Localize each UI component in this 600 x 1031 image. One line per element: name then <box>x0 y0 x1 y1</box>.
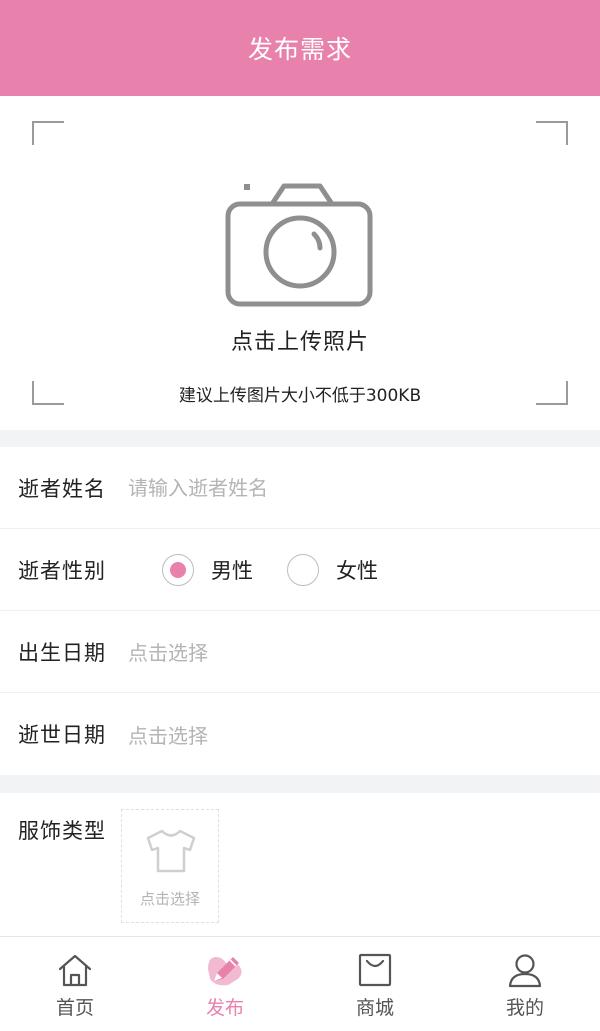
death-date-picker[interactable]: 点击选择 <box>128 720 208 749</box>
gender-option-male[interactable]: 男性 <box>162 553 253 586</box>
upload-photo-label[interactable]: 点击上传照片 <box>0 324 600 356</box>
birth-date-row[interactable]: 出生日期 点击选择 <box>0 611 600 693</box>
page-title: 发布需求 <box>247 35 352 64</box>
radio-button-selected[interactable] <box>162 553 194 586</box>
name-label: 逝者姓名 <box>18 476 106 501</box>
clothing-type-section: 服饰类型 点击选择 <box>0 793 600 936</box>
radio-button[interactable] <box>287 553 319 586</box>
tab-mine-label: 我的 <box>505 997 544 1019</box>
home-icon <box>58 954 92 987</box>
gender-row: 逝者性别 男性 女性 <box>0 529 600 611</box>
frame-corner-top-right <box>536 121 568 145</box>
radio-selected-dot <box>170 561 186 578</box>
camera-icon[interactable] <box>224 182 376 310</box>
tab-home[interactable]: 首页 <box>0 937 150 1031</box>
app-header: 发布需求 <box>0 0 600 96</box>
name-input[interactable] <box>128 475 568 500</box>
shopping-bag-icon <box>358 953 392 987</box>
user-icon <box>508 954 542 988</box>
tab-publish-label: 发布 <box>205 997 244 1019</box>
gender-radio-group: 男性 女性 <box>128 553 378 586</box>
gender-option-label: 男性 <box>211 558 253 583</box>
frame-corner-top-left <box>32 121 64 145</box>
shirt-icon <box>146 829 196 873</box>
deceased-info-form: 逝者姓名 逝者性别 男性 女性 出生日期 点击选择 逝世日期 点击选择 <box>0 447 600 775</box>
upload-size-hint: 建议上传图片大小不低于300KB <box>178 386 422 406</box>
death-date-row[interactable]: 逝世日期 点击选择 <box>0 693 600 775</box>
bottom-tab-bar: 首页 发布 商城 我的 <box>0 936 600 1031</box>
clothing-type-picker[interactable]: 点击选择 <box>121 809 219 923</box>
tab-home-label: 首页 <box>55 997 94 1019</box>
clothing-picker-label: 点击选择 <box>139 890 200 908</box>
gender-option-female[interactable]: 女性 <box>287 553 378 586</box>
publish-pencil-icon <box>208 957 242 986</box>
tab-shop-label: 商城 <box>355 997 394 1019</box>
gender-option-label: 女性 <box>336 558 378 583</box>
tab-publish[interactable]: 发布 <box>150 937 300 1031</box>
name-row: 逝者姓名 <box>0 447 600 529</box>
death-date-label: 逝世日期 <box>18 723 106 747</box>
photo-upload-area[interactable]: 点击上传照片 建议上传图片大小不低于300KB <box>0 96 600 430</box>
tab-mine[interactable]: 我的 <box>450 937 600 1031</box>
tab-shop[interactable]: 商城 <box>300 937 450 1031</box>
birth-date-label: 出生日期 <box>18 640 106 665</box>
birth-date-picker[interactable]: 点击选择 <box>128 637 208 666</box>
gender-label: 逝者性别 <box>18 558 106 583</box>
clothing-type-label: 服饰类型 <box>18 819 106 843</box>
